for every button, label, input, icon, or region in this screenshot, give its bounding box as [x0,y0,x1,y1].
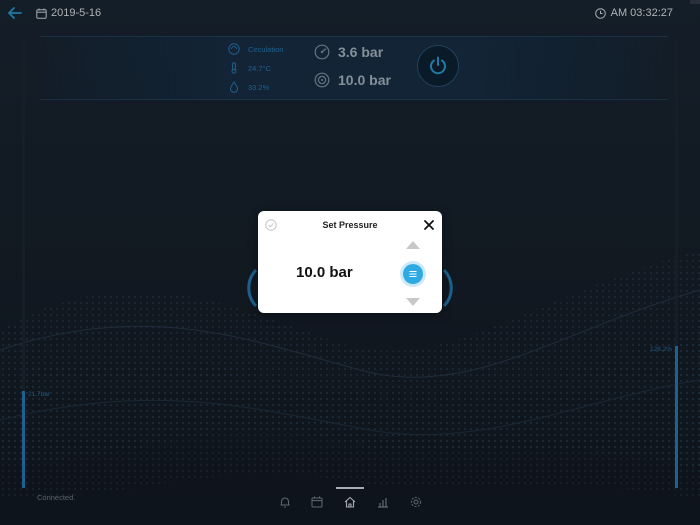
drag-handle-icon [409,271,417,277]
dialog-title: Set Pressure [322,220,378,230]
pressure-slider-handle[interactable] [403,264,423,284]
pressure-setpoint-value: 10.0 bar [296,264,353,281]
close-icon [424,220,434,230]
close-button[interactable] [423,218,435,230]
set-pressure-dialog: Set Pressure 10.0 bar [258,211,442,313]
increase-button[interactable] [406,241,420,249]
decrease-button[interactable] [406,298,420,306]
